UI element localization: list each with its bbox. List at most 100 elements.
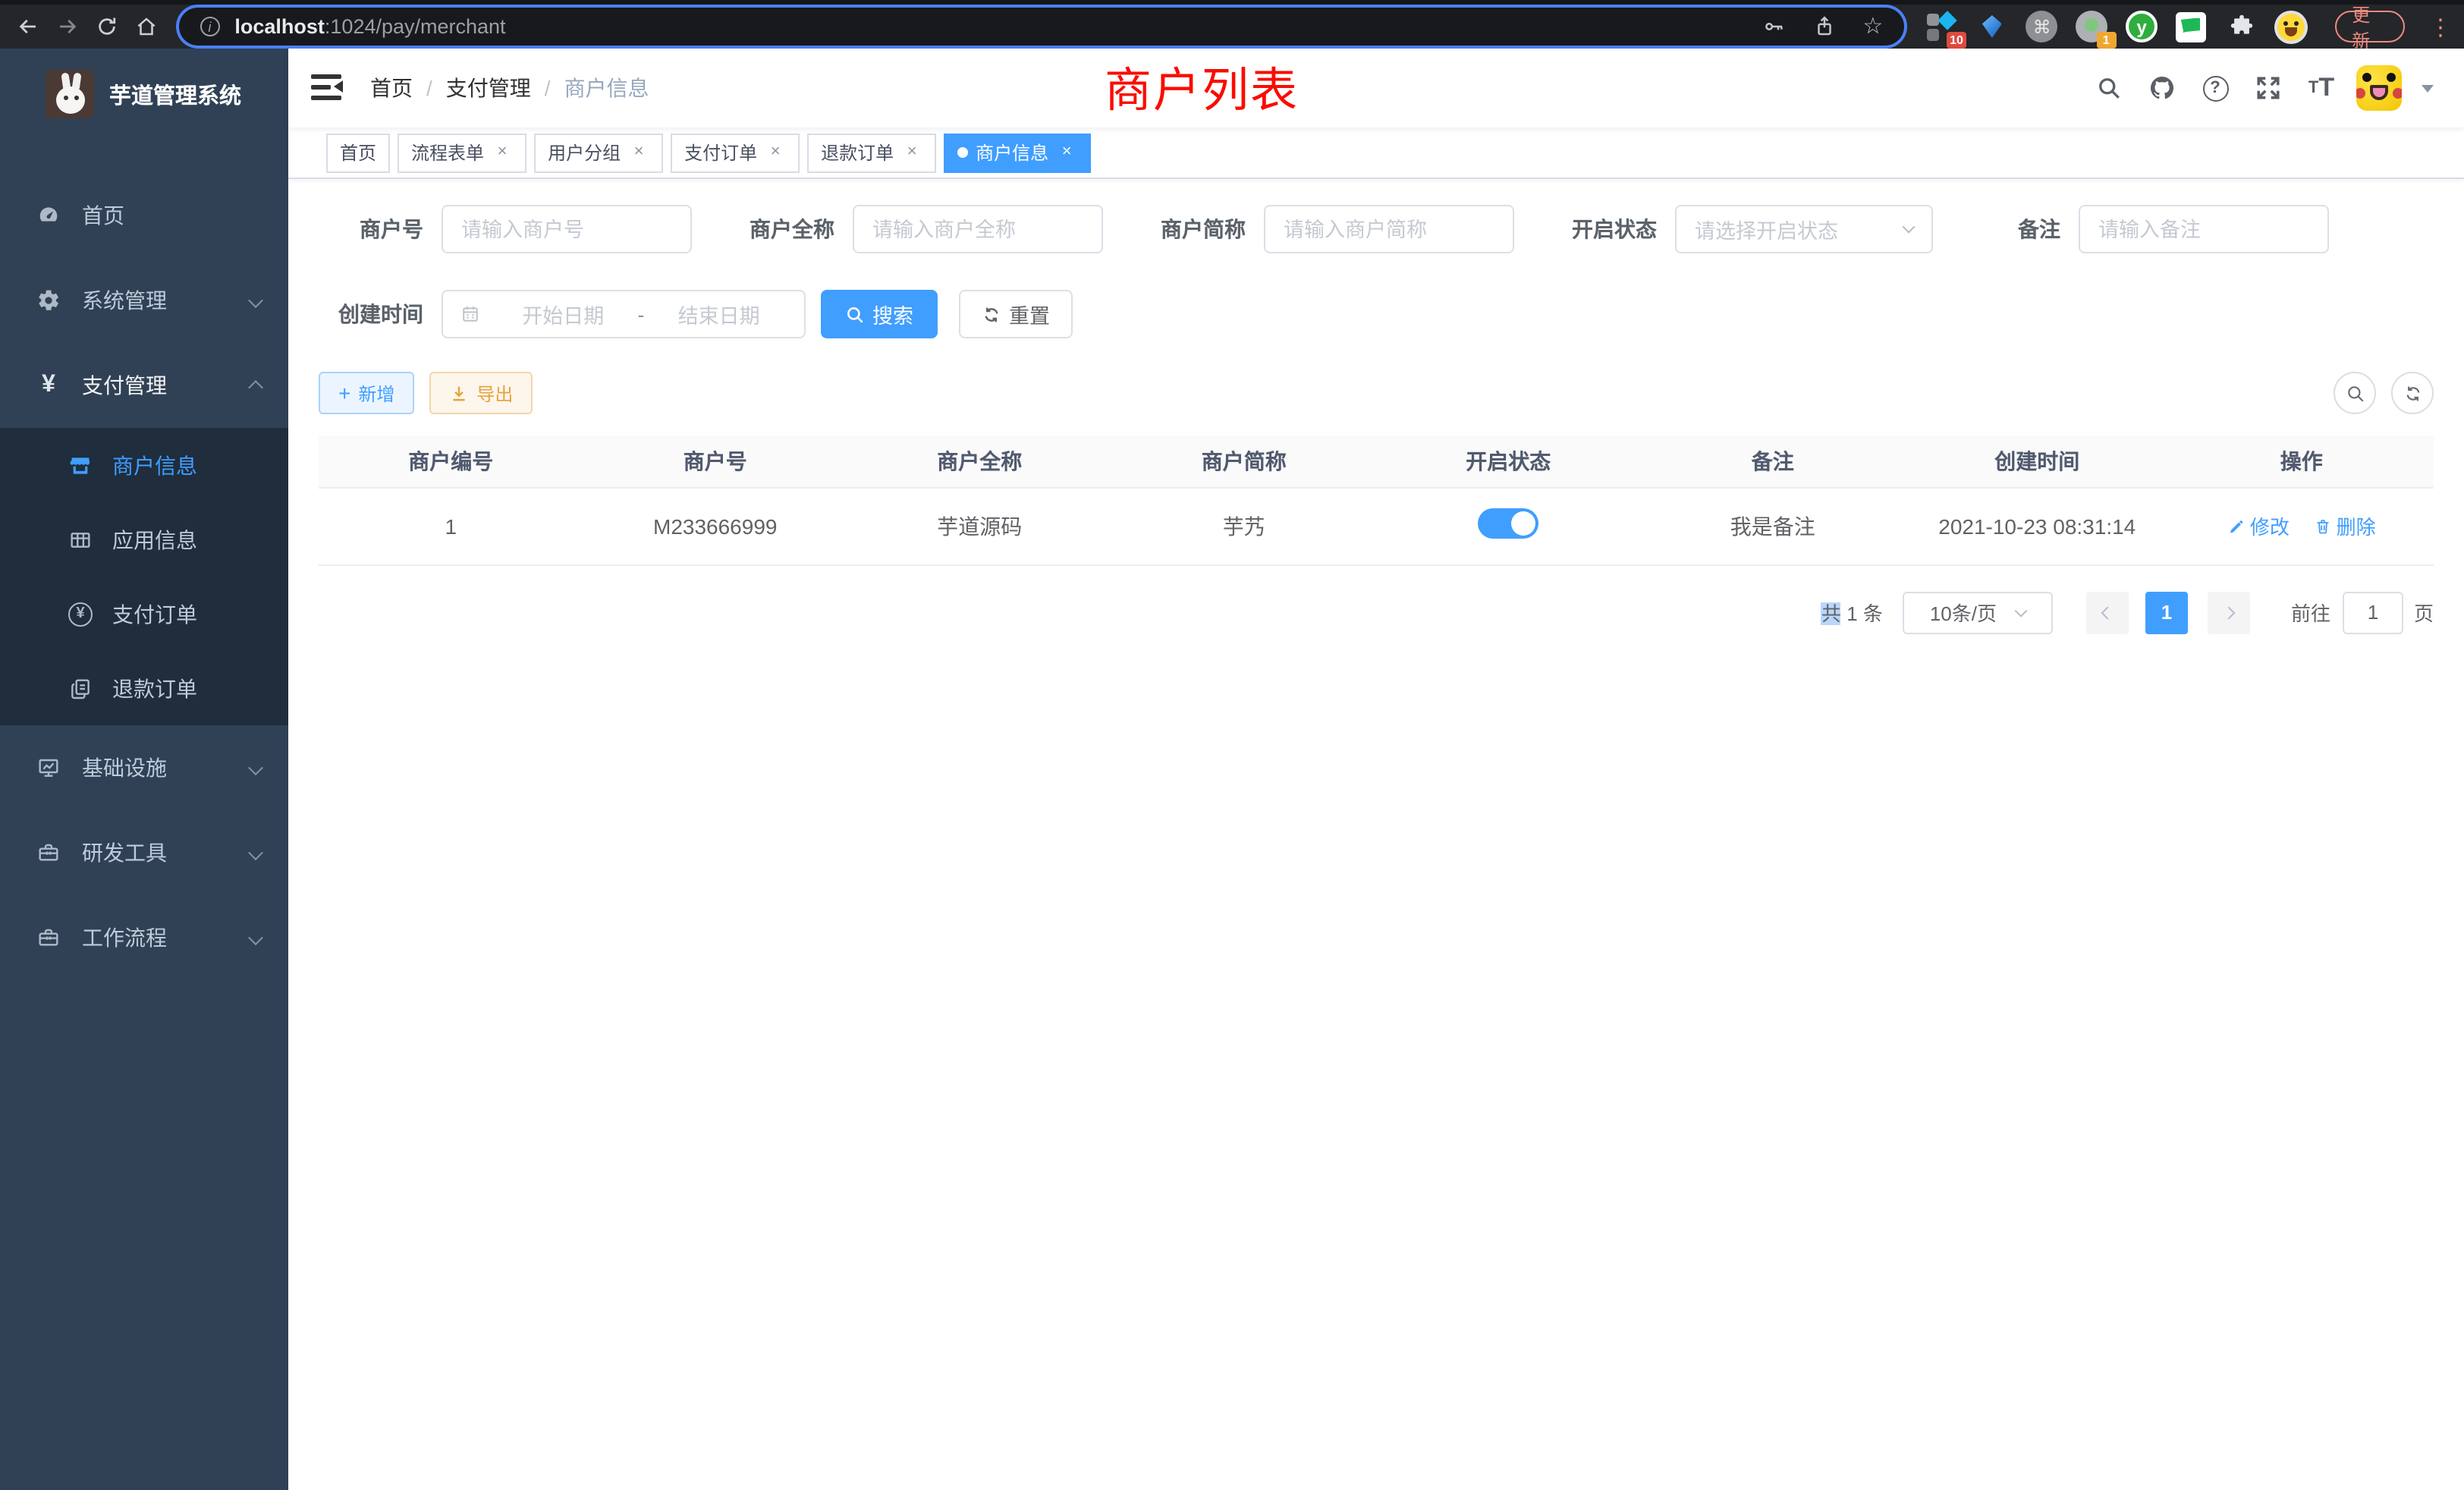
sidebar-item-dev-tools[interactable]: 研发工具 <box>0 810 288 895</box>
chevron-down-icon <box>250 288 261 313</box>
chevron-down-icon <box>2015 604 2028 617</box>
browser-reload-button[interactable] <box>88 8 127 45</box>
tab-close-icon[interactable]: × <box>628 142 649 163</box>
user-avatar[interactable] <box>2356 65 2402 111</box>
tab-close-icon[interactable]: × <box>765 142 786 163</box>
col-actions: 操作 <box>2170 435 2434 487</box>
merchant-no-input[interactable] <box>442 205 692 253</box>
app-logo-avatar <box>46 70 94 118</box>
date-start-placeholder: 开始日期 <box>495 299 632 329</box>
breadcrumb-separator: / <box>545 76 551 100</box>
col-remark: 备注 <box>1641 435 1906 487</box>
extension-recorder-icon[interactable]: 1 <box>2074 8 2110 45</box>
tab-close-icon[interactable]: × <box>492 142 513 163</box>
browser-back-button[interactable] <box>9 8 49 45</box>
browser-forward-button[interactable] <box>49 8 88 45</box>
sidebar-item-pay-order[interactable]: ¥ 支付订单 <box>0 577 288 651</box>
breadcrumb-current: 商户信息 <box>564 73 649 103</box>
cell-full-name: 芋道源码 <box>847 487 1112 564</box>
tab-home[interactable]: 首页 <box>326 133 390 172</box>
extension-badge: 10 <box>1947 31 1966 48</box>
search-icon[interactable] <box>2091 70 2127 106</box>
sidebar-item-payment[interactable]: ¥ 支付管理 <box>0 343 288 428</box>
create-time-range-input[interactable]: 开始日期 - 结束日期 <box>442 290 806 338</box>
extension-tampermonkey-icon[interactable]: 10 <box>1924 8 1960 45</box>
browser-menu-icon[interactable]: ⋮ <box>2429 13 2452 40</box>
fullscreen-icon[interactable] <box>2250 70 2286 106</box>
sidebar-item-label: 研发工具 <box>82 838 167 868</box>
tab-pay-order[interactable]: 支付订单 × <box>671 133 800 172</box>
page-size-select[interactable]: 10条/页 <box>1903 591 2053 633</box>
export-button[interactable]: 导出 <box>429 372 533 414</box>
chrome-update-button[interactable]: 更新 <box>2335 11 2405 42</box>
prev-page-button[interactable] <box>2086 591 2129 633</box>
password-key-icon[interactable] <box>1762 15 1785 38</box>
sidebar-item-app-info[interactable]: 应用信息 <box>0 502 288 577</box>
create-time-label: 创建时间 <box>319 299 442 329</box>
site-info-icon[interactable]: i <box>200 17 219 36</box>
status-label: 开启状态 <box>1551 214 1675 244</box>
status-toggle-on[interactable] <box>1478 508 1538 539</box>
page-size-value: 10条/页 <box>1930 598 1997 627</box>
chevron-down-icon <box>250 841 261 865</box>
tab-merchant-info-active[interactable]: 商户信息 × <box>944 133 1091 172</box>
cell-merchant-no: M233666999 <box>583 487 848 564</box>
tab-process-form[interactable]: 流程表单 × <box>398 133 526 172</box>
bookmark-star-icon[interactable]: ☆ <box>1862 15 1883 38</box>
hide-search-button[interactable] <box>2334 372 2376 414</box>
sidebar-item-system[interactable]: 系统管理 <box>0 258 288 343</box>
extension-y-icon[interactable]: y <box>2123 8 2160 45</box>
breadcrumb-home[interactable]: 首页 <box>370 73 413 103</box>
refresh-table-button[interactable] <box>2391 372 2434 414</box>
extension-chat-icon[interactable] <box>2173 8 2210 45</box>
remark-input[interactable] <box>2079 205 2329 253</box>
add-button[interactable]: + 新增 <box>319 372 414 414</box>
delete-link[interactable]: 删除 <box>2314 511 2376 540</box>
monitor-chart-icon <box>35 756 62 780</box>
app-logo[interactable]: 芋道管理系统 <box>0 49 288 140</box>
grid-table-icon <box>67 527 94 552</box>
edit-link[interactable]: 修改 <box>2227 511 2290 540</box>
tab-close-icon[interactable]: × <box>1056 142 1077 163</box>
address-bar[interactable]: i localhost:1024/pay/merchant ☆ <box>178 8 1904 46</box>
col-create-time: 创建时间 <box>1905 435 2170 487</box>
tab-user-group[interactable]: 用户分组 × <box>534 133 663 172</box>
table-row: 1 M233666999 芋道源码 芋艿 我是备注 2021-10-23 08:… <box>319 487 2434 564</box>
home-icon <box>135 15 158 38</box>
reset-button-label: 重置 <box>1009 299 1050 329</box>
extension-badge: 1 <box>2096 31 2116 48</box>
extension-kite-icon[interactable] <box>1974 8 2010 45</box>
sidebar-item-workflow[interactable]: 工作流程 <box>0 895 288 980</box>
share-icon[interactable] <box>1812 15 1835 38</box>
sidebar-item-refund-order[interactable]: 退款订单 <box>0 651 288 725</box>
tab-close-icon[interactable]: × <box>901 142 922 163</box>
extensions-puzzle-icon[interactable] <box>2224 8 2260 45</box>
breadcrumb-payment[interactable]: 支付管理 <box>446 73 531 103</box>
sidebar-collapse-icon[interactable] <box>311 74 344 102</box>
top-navbar: 首页 / 支付管理 / 商户信息 商户列表 ? <box>288 49 2464 127</box>
status-select[interactable]: 请选择开启状态 <box>1675 205 1933 253</box>
github-icon[interactable] <box>2144 70 2180 106</box>
reset-button[interactable]: 重置 <box>959 290 1073 338</box>
goto-page-input[interactable] <box>2343 591 2403 633</box>
browser-home-button[interactable] <box>127 8 167 45</box>
avatar-caret-icon[interactable] <box>2422 84 2434 92</box>
browser-profile-avatar[interactable] <box>2274 8 2310 45</box>
forward-arrow-icon <box>57 15 80 38</box>
font-size-icon[interactable]: TT <box>2303 70 2340 106</box>
sidebar-item-merchant-info[interactable]: 商户信息 <box>0 428 288 502</box>
extension-command-icon[interactable]: ⌘ <box>2024 8 2060 45</box>
sidebar-item-home[interactable]: 首页 <box>0 173 288 258</box>
tab-refund-order[interactable]: 退款订单 × <box>807 133 936 172</box>
search-button[interactable]: 搜索 <box>821 290 938 338</box>
yen-circle-icon: ¥ <box>67 602 94 626</box>
next-page-button[interactable] <box>2208 591 2250 633</box>
sidebar-item-label: 应用信息 <box>112 524 197 555</box>
page-unit-label: 页 <box>2414 598 2434 627</box>
help-icon[interactable]: ? <box>2197 70 2233 106</box>
short-name-input[interactable] <box>1264 205 1514 253</box>
sidebar-item-infrastructure[interactable]: 基础设施 <box>0 725 288 810</box>
cell-status <box>1376 487 1641 564</box>
page-number-current[interactable]: 1 <box>2145 591 2188 633</box>
full-name-input[interactable] <box>853 205 1103 253</box>
